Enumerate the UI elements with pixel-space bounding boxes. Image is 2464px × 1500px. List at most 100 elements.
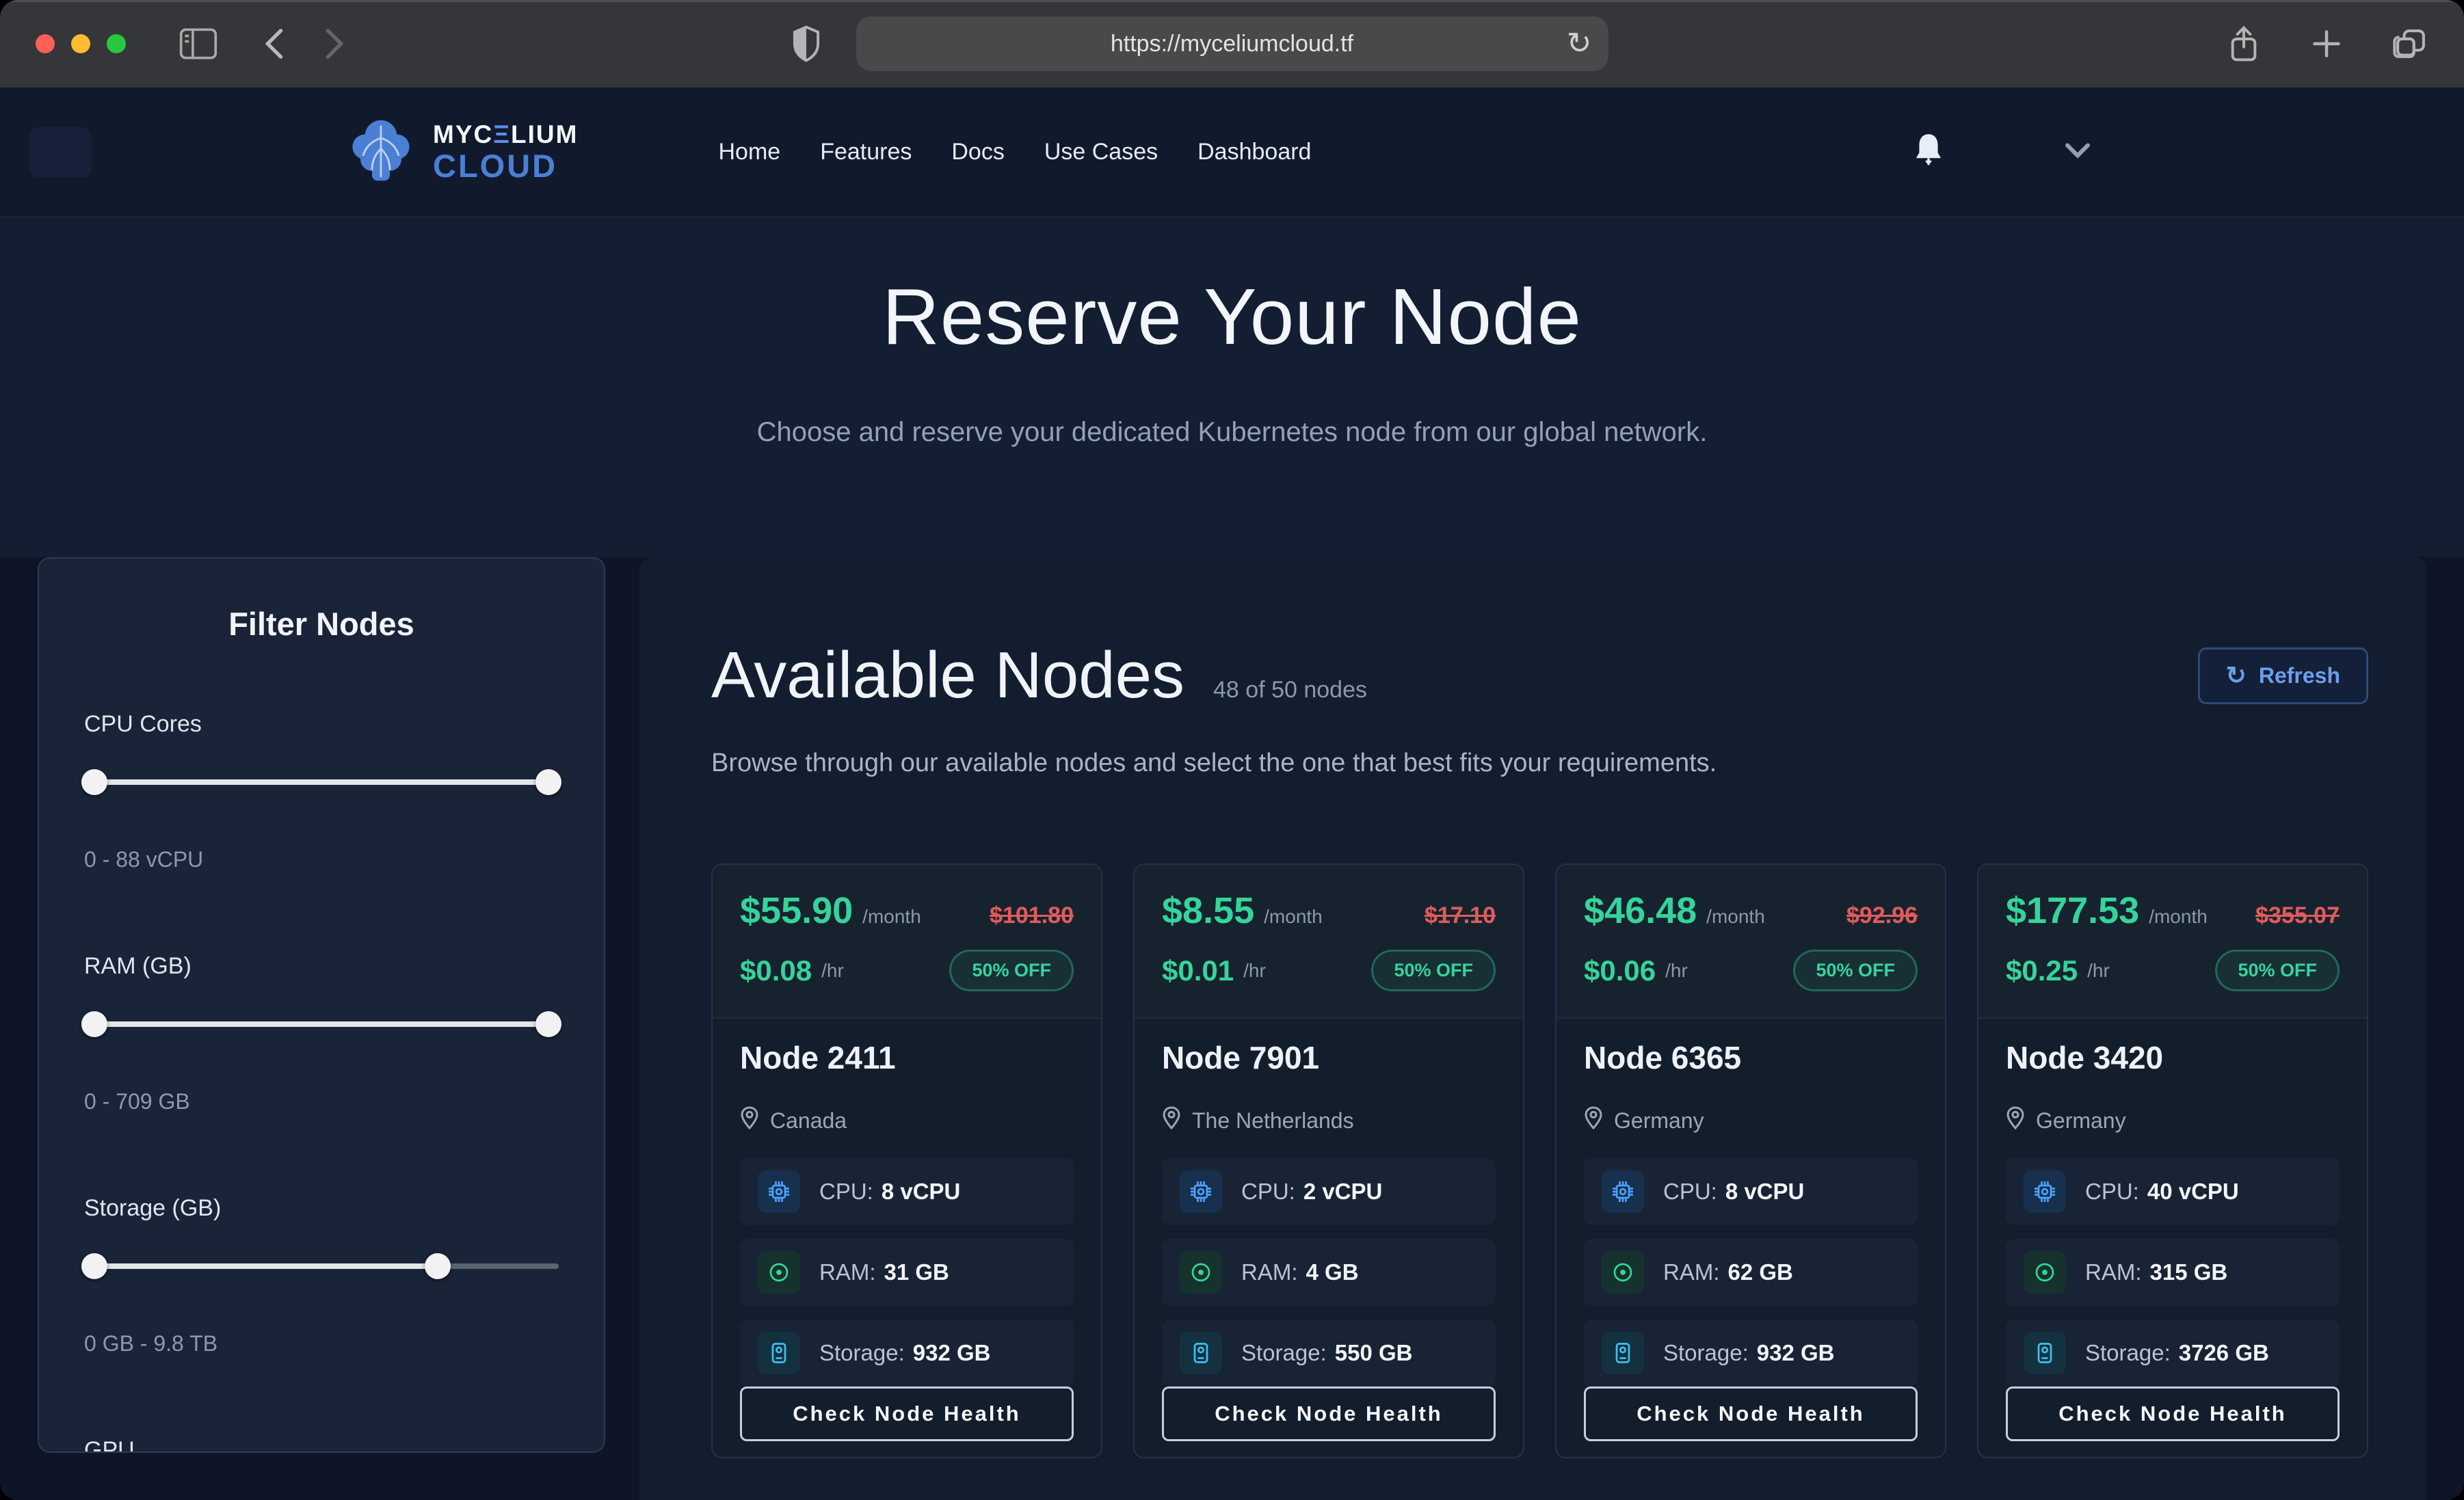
storage-slider-fill xyxy=(84,1263,438,1269)
nav-link-docs[interactable]: Docs xyxy=(951,139,1004,165)
cpu-cores-slider[interactable] xyxy=(84,769,559,795)
nav-link-dashboard[interactable]: Dashboard xyxy=(1197,139,1311,165)
price-hourly: $0.01 xyxy=(1162,954,1234,987)
node-name: Node 3420 xyxy=(2006,1039,2340,1076)
ram-icon xyxy=(758,1251,800,1294)
hero-section: Reserve Your Node Choose and reserve you… xyxy=(0,217,2464,557)
brand-logo[interactable]: MYCΞLIUM CLOUD xyxy=(345,113,578,191)
spec-label: Storage: xyxy=(1663,1340,1749,1365)
spec-label: Storage: xyxy=(819,1340,905,1365)
location-pin-icon xyxy=(1584,1106,1603,1135)
cpu-icon xyxy=(1602,1170,1644,1213)
address-bar[interactable]: https://myceliumcloud.tf ↻ xyxy=(856,16,1608,71)
close-window-button[interactable] xyxy=(36,34,55,53)
discount-badge: 50% OFF xyxy=(949,950,1074,991)
storage-label: Storage (GB) xyxy=(84,1195,559,1222)
cpu-icon xyxy=(758,1170,800,1213)
forward-icon[interactable] xyxy=(324,27,345,60)
storage-range-text: 0 GB - 9.8 TB xyxy=(84,1331,559,1356)
minimize-window-button[interactable] xyxy=(71,34,90,53)
back-icon[interactable] xyxy=(264,27,284,60)
brand-wordmark: MYCΞLIUM CLOUD xyxy=(433,122,578,182)
storage-slider-handle-min[interactable] xyxy=(81,1253,107,1279)
price-hourly-unit: /hr xyxy=(1243,960,1266,982)
ram-label: RAM (GB) xyxy=(84,953,559,980)
brand-line-2: CLOUD xyxy=(433,150,578,182)
refresh-label: Refresh xyxy=(2259,663,2340,688)
storage-icon xyxy=(2024,1332,2066,1374)
check-node-health-button[interactable]: Check Node Health xyxy=(2006,1387,2340,1441)
node-location: Germany xyxy=(2036,1108,2126,1134)
spec-value: 40 vCPU xyxy=(2147,1179,2239,1204)
spec-row-storage: Storage:932 GB xyxy=(740,1320,1074,1387)
ram-range-text: 0 - 709 GB xyxy=(84,1089,559,1114)
browser-window: https://myceliumcloud.tf ↻ xyxy=(0,0,2464,1500)
cpu-slider-handle-max[interactable] xyxy=(535,769,561,795)
nav-link-use-cases[interactable]: Use Cases xyxy=(1044,139,1158,165)
storage-slider-handle-max[interactable] xyxy=(425,1253,451,1279)
nav-link-home[interactable]: Home xyxy=(718,139,780,165)
ram-slider-track xyxy=(84,1021,559,1027)
spec-value: 2 vCPU xyxy=(1303,1179,1383,1204)
node-card[interactable]: $8.55 /month $17.10 $0.01 /hr 50% OFF No… xyxy=(1133,863,1524,1458)
node-location: The Netherlands xyxy=(1192,1108,1354,1134)
discount-badge: 50% OFF xyxy=(1793,950,1918,991)
user-menu-chevron-down-icon[interactable] xyxy=(2064,141,2091,163)
new-tab-icon[interactable] xyxy=(2309,27,2344,61)
check-node-health-button[interactable]: Check Node Health xyxy=(1584,1387,1918,1441)
node-card[interactable]: $55.90 /month $101.80 $0.08 /hr 50% OFF … xyxy=(711,863,1102,1458)
ram-icon xyxy=(1602,1251,1644,1294)
spec-row-cpu: CPU:8 vCPU xyxy=(1584,1158,1918,1225)
price-hourly-unit: /hr xyxy=(1665,960,1688,982)
traffic-lights xyxy=(36,34,126,53)
zoom-window-button[interactable] xyxy=(107,34,126,53)
cpu-slider-track xyxy=(84,779,559,785)
spec-label: Storage: xyxy=(2085,1340,2171,1365)
cpu-icon xyxy=(2024,1170,2066,1213)
spec-value: 8 vCPU xyxy=(882,1179,961,1204)
browser-chrome: https://myceliumcloud.tf ↻ xyxy=(0,0,2464,88)
filter-group-ram: RAM (GB) 0 - 709 GB xyxy=(84,953,559,1114)
nav-link-features[interactable]: Features xyxy=(820,139,912,165)
sidebar-toggle-icon[interactable] xyxy=(179,28,217,59)
notifications-bell-icon[interactable] xyxy=(1913,133,1944,172)
ram-slider[interactable] xyxy=(84,1011,559,1037)
site-navbar: MYCΞLIUM CLOUD Home Features Docs Use Ca… xyxy=(0,88,2464,217)
location-pin-icon xyxy=(2006,1106,2025,1135)
node-card[interactable]: $46.48 /month $92.96 $0.06 /hr 50% OFF N… xyxy=(1555,863,1946,1458)
cpu-slider-handle-min[interactable] xyxy=(81,769,107,795)
node-name: Node 2411 xyxy=(740,1039,1074,1076)
spec-row-cpu: CPU:2 vCPU xyxy=(1162,1158,1496,1225)
node-pricing: $55.90 /month $101.80 $0.08 /hr 50% OFF xyxy=(713,865,1101,1019)
storage-icon xyxy=(1180,1332,1222,1374)
spec-row-ram: RAM:31 GB xyxy=(740,1239,1074,1306)
refresh-button[interactable]: ↻ Refresh xyxy=(2198,647,2368,704)
nav-left-placeholder xyxy=(29,127,92,178)
price-monthly-unit: /month xyxy=(1706,906,1765,928)
check-node-health-button[interactable]: Check Node Health xyxy=(740,1387,1074,1441)
spec-value: 31 GB xyxy=(884,1259,949,1285)
tab-overview-icon[interactable] xyxy=(2393,26,2428,62)
spec-row-cpu: CPU:8 vCPU xyxy=(740,1158,1074,1225)
node-card[interactable]: $177.53 /month $355.07 $0.25 /hr 50% OFF… xyxy=(1977,863,2368,1458)
discount-badge: 50% OFF xyxy=(1371,950,1496,991)
filter-group-gpu: GPU xyxy=(84,1437,559,1453)
ram-slider-handle-max[interactable] xyxy=(535,1011,561,1037)
privacy-shield-icon[interactable] xyxy=(791,25,821,63)
storage-slider[interactable] xyxy=(84,1253,559,1279)
mycelium-cloud-logo-icon xyxy=(345,113,416,191)
available-nodes-panel: Available Nodes 48 of 50 nodes ↻ Refresh… xyxy=(639,557,2426,1500)
spec-row-storage: Storage:550 GB xyxy=(1162,1320,1496,1387)
spec-value: 62 GB xyxy=(1728,1259,1793,1285)
price-monthly: $55.90 xyxy=(740,889,853,932)
price-monthly: $46.48 xyxy=(1584,889,1697,932)
spec-row-cpu: CPU:40 vCPU xyxy=(2006,1158,2340,1225)
location-pin-icon xyxy=(1162,1106,1181,1135)
spec-value: 3726 GB xyxy=(2179,1340,2269,1365)
check-node-health-button[interactable]: Check Node Health xyxy=(1162,1387,1496,1441)
ram-slider-handle-min[interactable] xyxy=(81,1011,107,1037)
refresh-icon: ↻ xyxy=(2226,663,2247,688)
share-icon[interactable] xyxy=(2227,25,2260,63)
spec-value: 4 GB xyxy=(1306,1259,1359,1285)
reload-icon[interactable]: ↻ xyxy=(1567,29,1592,59)
